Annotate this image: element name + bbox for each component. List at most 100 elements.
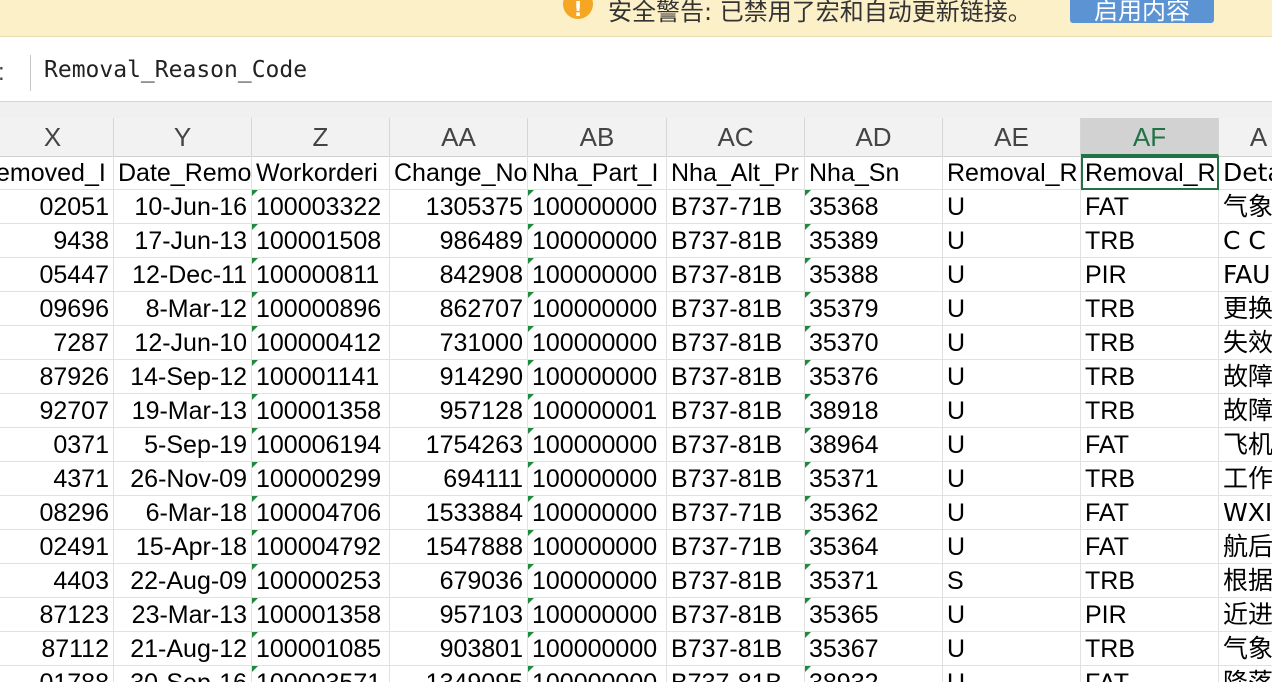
formula-input[interactable] bbox=[44, 57, 944, 83]
cell-aa[interactable]: 842908 bbox=[390, 258, 528, 292]
cell-ac[interactable]: B737-71B bbox=[667, 530, 805, 564]
cell-a[interactable]: 近进 bbox=[1219, 598, 1272, 632]
cell-a[interactable]: 故障 bbox=[1219, 360, 1272, 394]
cell-y[interactable]: 22-Aug-09 bbox=[114, 564, 252, 598]
cell-ae[interactable]: U bbox=[943, 428, 1081, 462]
cell-x[interactable]: 4371 bbox=[0, 462, 114, 496]
enable-content-button[interactable]: 启用内容 bbox=[1070, 0, 1214, 25]
column-header-y[interactable]: Y bbox=[114, 118, 252, 156]
cell-ac[interactable]: B737-81B bbox=[667, 428, 805, 462]
cell-z[interactable]: 100006194 bbox=[252, 428, 390, 462]
cell-af[interactable]: TRB bbox=[1081, 632, 1219, 666]
cell-ae[interactable]: U bbox=[943, 496, 1081, 530]
column-header-ab[interactable]: AB bbox=[528, 118, 667, 156]
header-cell-af[interactable]: Removal_R bbox=[1081, 156, 1219, 190]
cell-x[interactable]: 02051 bbox=[0, 190, 114, 224]
cell-ac[interactable]: B737-81B bbox=[667, 564, 805, 598]
cell-ab[interactable]: 100000000 bbox=[528, 428, 667, 462]
cell-af[interactable]: TRB bbox=[1081, 394, 1219, 428]
cell-ad[interactable]: 35370 bbox=[805, 326, 943, 360]
cell-ab[interactable]: 100000000 bbox=[528, 496, 667, 530]
header-cell-z[interactable]: Workorderi bbox=[252, 156, 390, 190]
cell-ad[interactable]: 35364 bbox=[805, 530, 943, 564]
cell-ae[interactable]: U bbox=[943, 326, 1081, 360]
cell-ad[interactable]: 38918 bbox=[805, 394, 943, 428]
cell-a[interactable]: 航后 bbox=[1219, 530, 1272, 564]
cell-ac[interactable]: B737-81B bbox=[667, 598, 805, 632]
header-cell-ad[interactable]: Nha_Sn bbox=[805, 156, 943, 190]
cell-ae[interactable]: U bbox=[943, 462, 1081, 496]
cell-z[interactable]: 100003571 bbox=[252, 666, 390, 682]
cell-aa[interactable]: 1754263 bbox=[390, 428, 528, 462]
cell-af[interactable]: FAT bbox=[1081, 666, 1219, 682]
cell-ac[interactable]: B737-81B bbox=[667, 258, 805, 292]
cell-a[interactable]: 根据 bbox=[1219, 564, 1272, 598]
cell-af[interactable]: FAT bbox=[1081, 190, 1219, 224]
cell-ab[interactable]: 100000000 bbox=[528, 462, 667, 496]
cell-ae[interactable]: S bbox=[943, 564, 1081, 598]
cell-ab[interactable]: 100000000 bbox=[528, 326, 667, 360]
cell-ab[interactable]: 100000000 bbox=[528, 666, 667, 682]
cell-x[interactable]: 05447 bbox=[0, 258, 114, 292]
cell-ad[interactable]: 35389 bbox=[805, 224, 943, 258]
cell-aa[interactable]: 957128 bbox=[390, 394, 528, 428]
cell-aa[interactable]: 914290 bbox=[390, 360, 528, 394]
cell-ae[interactable]: U bbox=[943, 394, 1081, 428]
cell-z[interactable]: 100000299 bbox=[252, 462, 390, 496]
cell-y[interactable]: 26-Nov-09 bbox=[114, 462, 252, 496]
column-header-ae[interactable]: AE bbox=[943, 118, 1081, 156]
cell-ab[interactable]: 100000000 bbox=[528, 530, 667, 564]
cell-y[interactable]: 23-Mar-13 bbox=[114, 598, 252, 632]
cell-ab[interactable]: 100000000 bbox=[528, 360, 667, 394]
cell-ae[interactable]: U bbox=[943, 598, 1081, 632]
cell-a[interactable]: WXI bbox=[1219, 496, 1272, 530]
cell-z[interactable]: 100001141 bbox=[252, 360, 390, 394]
header-cell-ae[interactable]: Removal_R bbox=[943, 156, 1081, 190]
cell-a[interactable]: FAU bbox=[1219, 258, 1272, 292]
header-cell-a[interactable]: Deta bbox=[1219, 156, 1272, 190]
cell-aa[interactable]: 862707 bbox=[390, 292, 528, 326]
cell-ac[interactable]: B737-81B bbox=[667, 360, 805, 394]
cell-ac[interactable]: B737-81B bbox=[667, 326, 805, 360]
cell-af[interactable]: FAT bbox=[1081, 530, 1219, 564]
cell-x[interactable]: 09696 bbox=[0, 292, 114, 326]
cell-af[interactable]: TRB bbox=[1081, 326, 1219, 360]
cell-ab[interactable]: 100000000 bbox=[528, 190, 667, 224]
cell-ad[interactable]: 35379 bbox=[805, 292, 943, 326]
cell-y[interactable]: 15-Apr-18 bbox=[114, 530, 252, 564]
header-cell-aa[interactable]: Change_No bbox=[390, 156, 528, 190]
cell-a[interactable]: 降落 bbox=[1219, 666, 1272, 682]
header-cell-x[interactable]: emoved_I bbox=[0, 156, 114, 190]
cell-x[interactable]: 92707 bbox=[0, 394, 114, 428]
column-header-aa[interactable]: AA bbox=[390, 118, 528, 156]
cell-z[interactable]: 100004792 bbox=[252, 530, 390, 564]
cell-z[interactable]: 100001508 bbox=[252, 224, 390, 258]
cell-aa[interactable]: 731000 bbox=[390, 326, 528, 360]
cell-aa[interactable]: 1305375 bbox=[390, 190, 528, 224]
cell-ab[interactable]: 100000000 bbox=[528, 632, 667, 666]
cell-aa[interactable]: 694111 bbox=[390, 462, 528, 496]
cell-ae[interactable]: U bbox=[943, 632, 1081, 666]
cell-x[interactable]: 87123 bbox=[0, 598, 114, 632]
cell-ab[interactable]: 100000000 bbox=[528, 564, 667, 598]
cell-af[interactable]: TRB bbox=[1081, 360, 1219, 394]
cell-a[interactable]: 失效 bbox=[1219, 326, 1272, 360]
cell-x[interactable]: 9438 bbox=[0, 224, 114, 258]
cell-y[interactable]: 30-Sep-16 bbox=[114, 666, 252, 682]
cell-ab[interactable]: 100000001 bbox=[528, 394, 667, 428]
cell-z[interactable]: 100001358 bbox=[252, 598, 390, 632]
cell-x[interactable]: 02491 bbox=[0, 530, 114, 564]
cell-af[interactable]: PIR bbox=[1081, 598, 1219, 632]
cell-ad[interactable]: 35368 bbox=[805, 190, 943, 224]
cell-x[interactable]: 4403 bbox=[0, 564, 114, 598]
header-cell-ab[interactable]: Nha_Part_I bbox=[528, 156, 667, 190]
cell-af[interactable]: PIR bbox=[1081, 258, 1219, 292]
cell-af[interactable]: TRB bbox=[1081, 224, 1219, 258]
cell-x[interactable]: 0371 bbox=[0, 428, 114, 462]
cell-z[interactable]: 100000811 bbox=[252, 258, 390, 292]
cell-af[interactable]: FAT bbox=[1081, 428, 1219, 462]
cell-z[interactable]: 100001358 bbox=[252, 394, 390, 428]
cell-z[interactable]: 100004706 bbox=[252, 496, 390, 530]
cell-x[interactable]: 7287 bbox=[0, 326, 114, 360]
cell-x[interactable]: 87112 bbox=[0, 632, 114, 666]
